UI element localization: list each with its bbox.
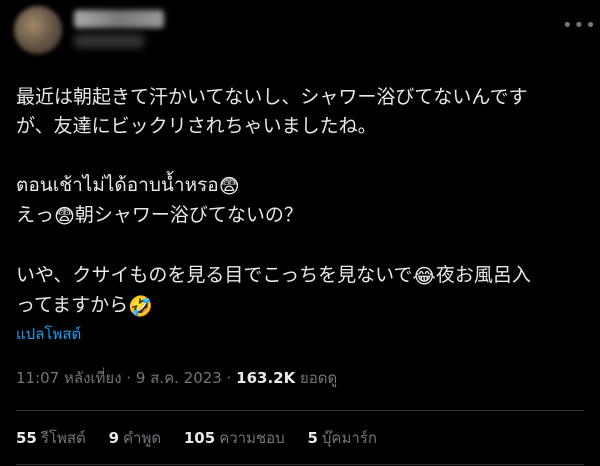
tears-of-joy-emoji-icon: 😂 [412,264,436,288]
reposts-stat[interactable]: 55 รีโพสต์ [16,429,86,447]
author-name-redacted[interactable] [74,10,164,28]
meta-separator: · [121,369,136,387]
meta-separator: · [221,369,237,387]
stat-label: รีโพสต์ [40,429,86,447]
post-time[interactable]: 11:07 หลังเที่ยง [16,369,122,387]
author-handle-redacted [74,34,144,48]
thai-text: ตอนเช้าไม่ได้อาบน้ำหรอ [16,174,219,196]
stat-count: 5 [307,429,318,447]
text-segment: 朝シャワー浴びてないの？ [74,204,303,226]
likes-stat[interactable]: 105 ความชอบ [184,429,285,447]
post-header: ••• [0,0,600,80]
stat-count: 55 [16,429,37,447]
text-segment: いや、クサイものを見る目でこっちを見ないで [16,264,413,286]
post-body: 最近は朝起きて汗かいてないし、シャワー浴びてないんです が、友達にビックリされち… [16,83,588,321]
bookmarks-stat[interactable]: 5 บุ๊คมาร์ก [307,429,376,447]
text-segment: ってますから [16,294,129,316]
divider [16,464,584,465]
engagement-stats: 55 รีโพสต์ 9 คำพูด 105 ความชอบ 5 บุ๊คมาร์ก [16,428,395,448]
post-text-line: 最近は朝起きて汗かいてないし、シャワー浴びてないんです [16,86,528,108]
post-date[interactable]: 9 ส.ค. 2023 [136,369,222,387]
avatar[interactable] [14,6,62,54]
post-text-line: が、友達にビックリされちゃいましたね。 [16,115,377,137]
more-horizontal-icon[interactable]: ••• [562,16,596,36]
stat-label: คำพูด [123,429,162,447]
text-segment: 夜お風呂入 [435,264,531,286]
quotes-stat[interactable]: 9 คำพูด [109,429,162,447]
post-text-line: えっ😨朝シャワー浴びてないの？ [16,201,588,231]
views-label: ยอดดู [300,369,338,387]
rofl-emoji-icon: 🤣 [128,294,154,318]
translate-post-link[interactable]: แปลโพสต์ [16,324,81,344]
divider [16,410,584,411]
anxious-face-emoji-icon: 😨 [218,174,240,198]
post-text-line: いや、クサイものを見る目でこっちを見ないで😂夜お風呂入 [16,261,588,291]
stat-label: ความชอบ [219,429,285,447]
text-segment: えっ [16,204,55,226]
anxious-face-emoji-icon: 😨 [54,204,75,228]
views-count: 163.2K [236,369,296,387]
stat-label: บุ๊คมาร์ก [321,429,377,447]
stat-count: 105 [183,429,216,447]
post-text-line: ตอนเช้าไม่ได้อาบน้ำหรอ😨 [16,171,588,201]
post-meta: 11:07 หลังเที่ยง · 9 ส.ค. 2023 · 163.2K … [16,368,337,388]
stat-count: 9 [108,429,119,447]
post-text-line: ってますから🤣 [16,291,588,321]
